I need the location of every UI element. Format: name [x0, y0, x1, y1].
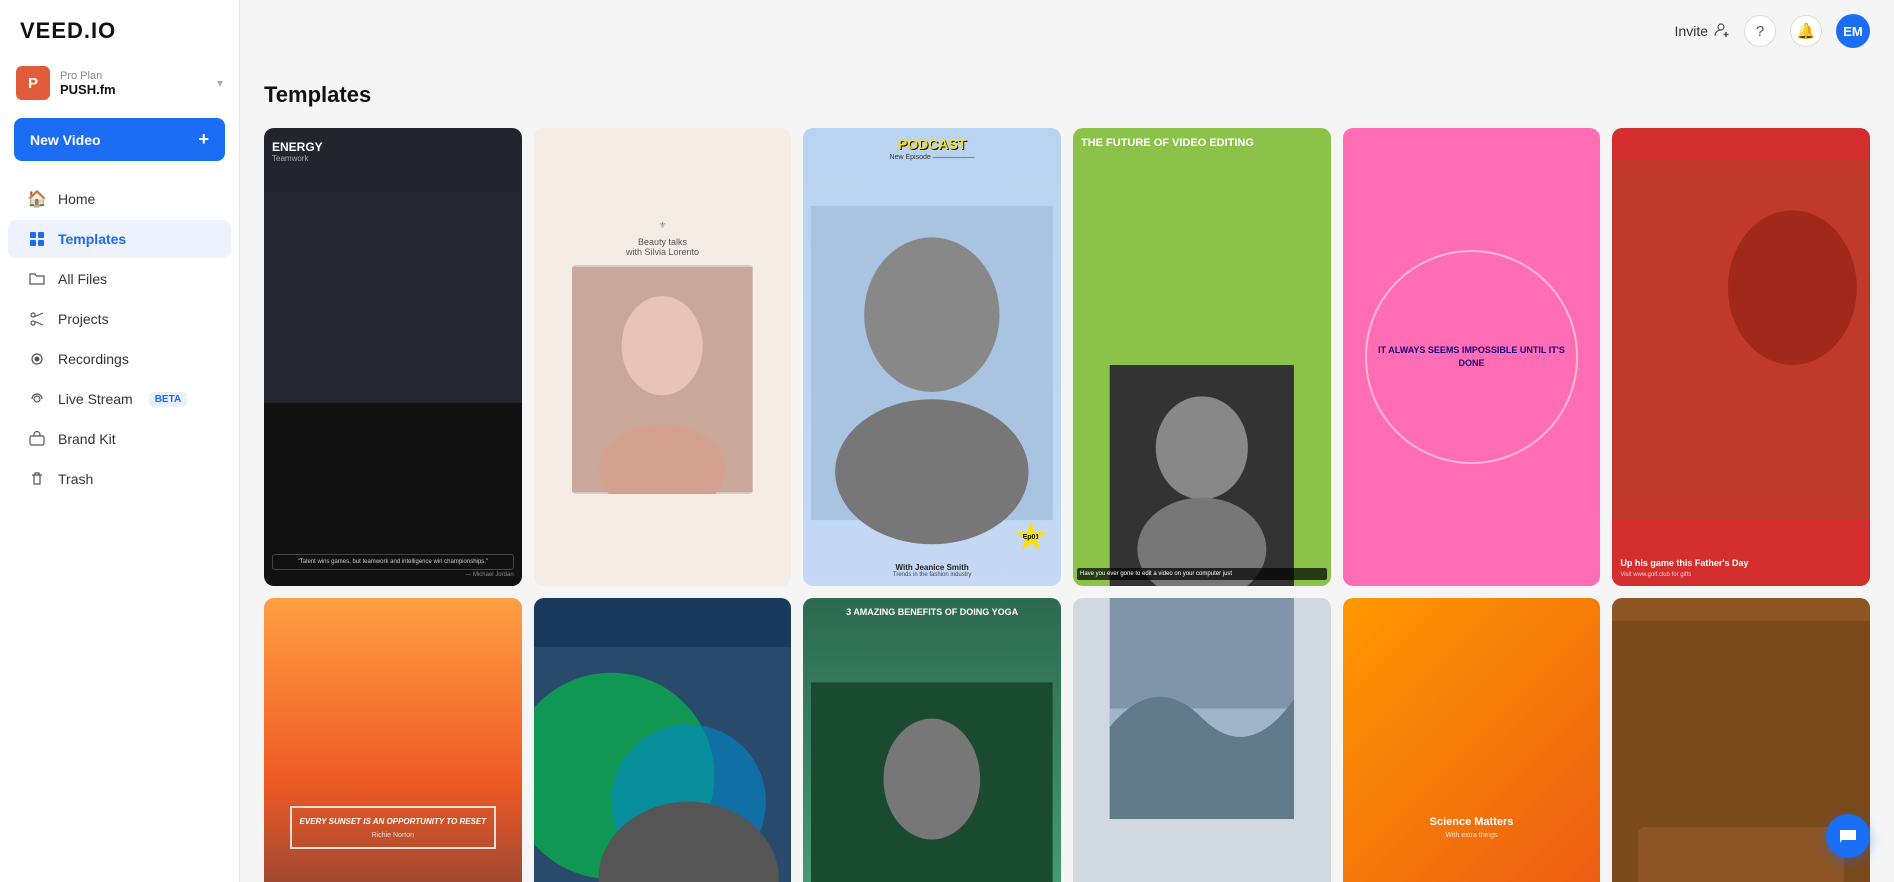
template-card[interactable]: OUR YEAR IN REVIEW 2021 [1073, 598, 1331, 882]
card-quote-box: EVERY SUNSET IS AN OPPORTUNITY TO RESET … [290, 806, 497, 849]
sidebar-item-label: Brand Kit [58, 431, 116, 447]
card-subtitle: With extra things [1445, 832, 1497, 839]
card-quote: EVERY SUNSET IS AN OPPORTUNITY TO RESET [300, 816, 487, 828]
main-content: Invite ? 🔔 EM Templates ENERGY Teamwork … [240, 0, 1894, 882]
brand-kit-icon [28, 430, 46, 448]
card-author: — Michael Jordan [272, 572, 514, 578]
card-image: Ep01 [811, 167, 1053, 559]
sidebar-item-label: Recordings [58, 351, 129, 367]
card-title: Science Matters [1430, 816, 1514, 828]
template-card[interactable]: WE ARE HIRING Computer Engineers LOGO HE… [534, 598, 792, 882]
card-subtitle: New Episode —————— [890, 154, 975, 161]
scissors-icon [28, 310, 46, 328]
card-caption: Have you ever gone to edit a video on yo… [1077, 568, 1327, 580]
card-title: IT ALWAYS SEEMS IMPOSSIBLE UNTIL IT'S DO… [1375, 344, 1569, 371]
card-text: Up his game this Father's Day Visit www.… [1612, 550, 1870, 586]
card-text: OUR YEAR IN REVIEW 2021 [1073, 819, 1331, 882]
template-card[interactable]: Up his game this Father's Day Visit www.… [1612, 128, 1870, 586]
sidebar-item-home[interactable]: 🏠 Home [8, 180, 231, 218]
sidebar: VEED.IO P Pro Plan PUSH.fm ▾ New Video +… [0, 0, 240, 882]
notifications-icon[interactable]: 🔔 [1790, 15, 1822, 47]
card-image [811, 623, 1053, 882]
user-avatar[interactable]: EM [1836, 14, 1870, 48]
add-person-icon [1714, 22, 1730, 41]
template-card[interactable]: IT ALWAYS SEEMS IMPOSSIBLE UNTIL IT'S DO… [1343, 128, 1601, 586]
workspace-selector[interactable]: P Pro Plan PUSH.fm ▾ [0, 58, 239, 112]
beta-badge: BETA [149, 392, 187, 407]
sidebar-item-recordings[interactable]: Recordings [8, 340, 231, 378]
sidebar-item-label: Home [58, 191, 95, 207]
card-image [1073, 598, 1331, 819]
invite-label: Invite [1675, 23, 1708, 39]
trash-icon [28, 470, 46, 488]
workspace-avatar: P [16, 66, 50, 100]
card-image: Have you ever gone to edit a video on yo… [1073, 365, 1331, 586]
card-link: Visit www.golf.club for gifts [1620, 572, 1862, 578]
template-card[interactable]: Science Matters With extra things [1343, 598, 1601, 882]
card-author: Richie Norton [300, 832, 487, 839]
logo: VEED.IO [0, 0, 239, 58]
card-image [572, 265, 752, 494]
sidebar-item-label: Live Stream [58, 391, 133, 407]
help-icon[interactable]: ? [1744, 15, 1776, 47]
sidebar-item-label: Projects [58, 311, 109, 327]
chevron-down-icon: ▾ [217, 76, 223, 90]
templates-grid: ENERGY Teamwork "Talent wins games, but … [264, 128, 1870, 882]
sidebar-item-projects[interactable]: Projects [8, 300, 231, 338]
card-title: THE FUTURE OF VIDEO EDITING [1081, 136, 1323, 150]
record-icon [28, 350, 46, 368]
new-video-label: New Video [30, 132, 101, 148]
workspace-plan: Pro Plan [60, 70, 207, 82]
template-card[interactable]: ⚜ Beauty talkswith Silvia Lorento [534, 128, 792, 586]
invite-button[interactable]: Invite [1675, 22, 1730, 41]
topbar: Invite ? 🔔 EM [240, 0, 1894, 62]
template-card[interactable]: ENERGY Teamwork "Talent wins games, but … [264, 128, 522, 586]
page-title: Templates [264, 82, 1870, 108]
template-card[interactable]: THE FUTURE OF VIDEO EDITING Have you eve… [1073, 128, 1331, 586]
content-area: Templates ENERGY Teamwork "Talent wins g… [240, 62, 1894, 882]
card-host: With Jeanice Smith [896, 563, 969, 572]
card-title: Beauty talkswith Silvia Lorento [626, 237, 699, 257]
sidebar-item-brand-kit[interactable]: Brand Kit [8, 420, 231, 458]
card-title: ENERGY [272, 140, 514, 154]
card-image [534, 598, 792, 882]
card-title: PODCAST [898, 136, 966, 152]
sidebar-item-all-files[interactable]: All Files [8, 260, 231, 298]
template-card[interactable]: 3 AMAZING BENEFITS OF DOING YOGA It make… [803, 598, 1061, 882]
plus-icon: + [198, 129, 209, 150]
live-stream-icon [28, 390, 46, 408]
new-video-button[interactable]: New Video + [14, 118, 225, 161]
sidebar-item-templates[interactable]: Templates [8, 220, 231, 258]
template-card[interactable]: PODCAST New Episode —————— Ep01 With Jea… [803, 128, 1061, 586]
folder-icon [28, 270, 46, 288]
templates-icon [28, 230, 46, 248]
sidebar-item-live-stream[interactable]: Live Stream BETA [8, 380, 231, 418]
card-brand: ⚜ [658, 220, 666, 231]
home-icon: 🏠 [28, 190, 46, 208]
workspace-name: PUSH.fm [60, 82, 207, 97]
workspace-info: Pro Plan PUSH.fm [60, 70, 207, 97]
card-circle: IT ALWAYS SEEMS IMPOSSIBLE UNTIL IT'S DO… [1365, 250, 1579, 464]
sidebar-item-trash[interactable]: Trash [8, 460, 231, 498]
template-card[interactable]: EVERY SUNSET IS AN OPPORTUNITY TO RESET … [264, 598, 522, 882]
chat-bubble[interactable] [1826, 814, 1870, 858]
card-subtitle: Teamwork [272, 154, 514, 163]
sidebar-item-label: All Files [58, 271, 107, 287]
sidebar-item-label: Templates [58, 231, 126, 247]
sidebar-item-label: Trash [58, 471, 93, 487]
card-image [1612, 128, 1870, 550]
card-topic: Trends in the fashion industry [893, 572, 972, 578]
card-title: Up his game this Father's Day [1620, 558, 1862, 570]
card-title: 3 AMAZING BENEFITS OF DOING YOGA [811, 606, 1053, 619]
card-quote: "Talent wins games, but teamwork and int… [272, 554, 514, 570]
